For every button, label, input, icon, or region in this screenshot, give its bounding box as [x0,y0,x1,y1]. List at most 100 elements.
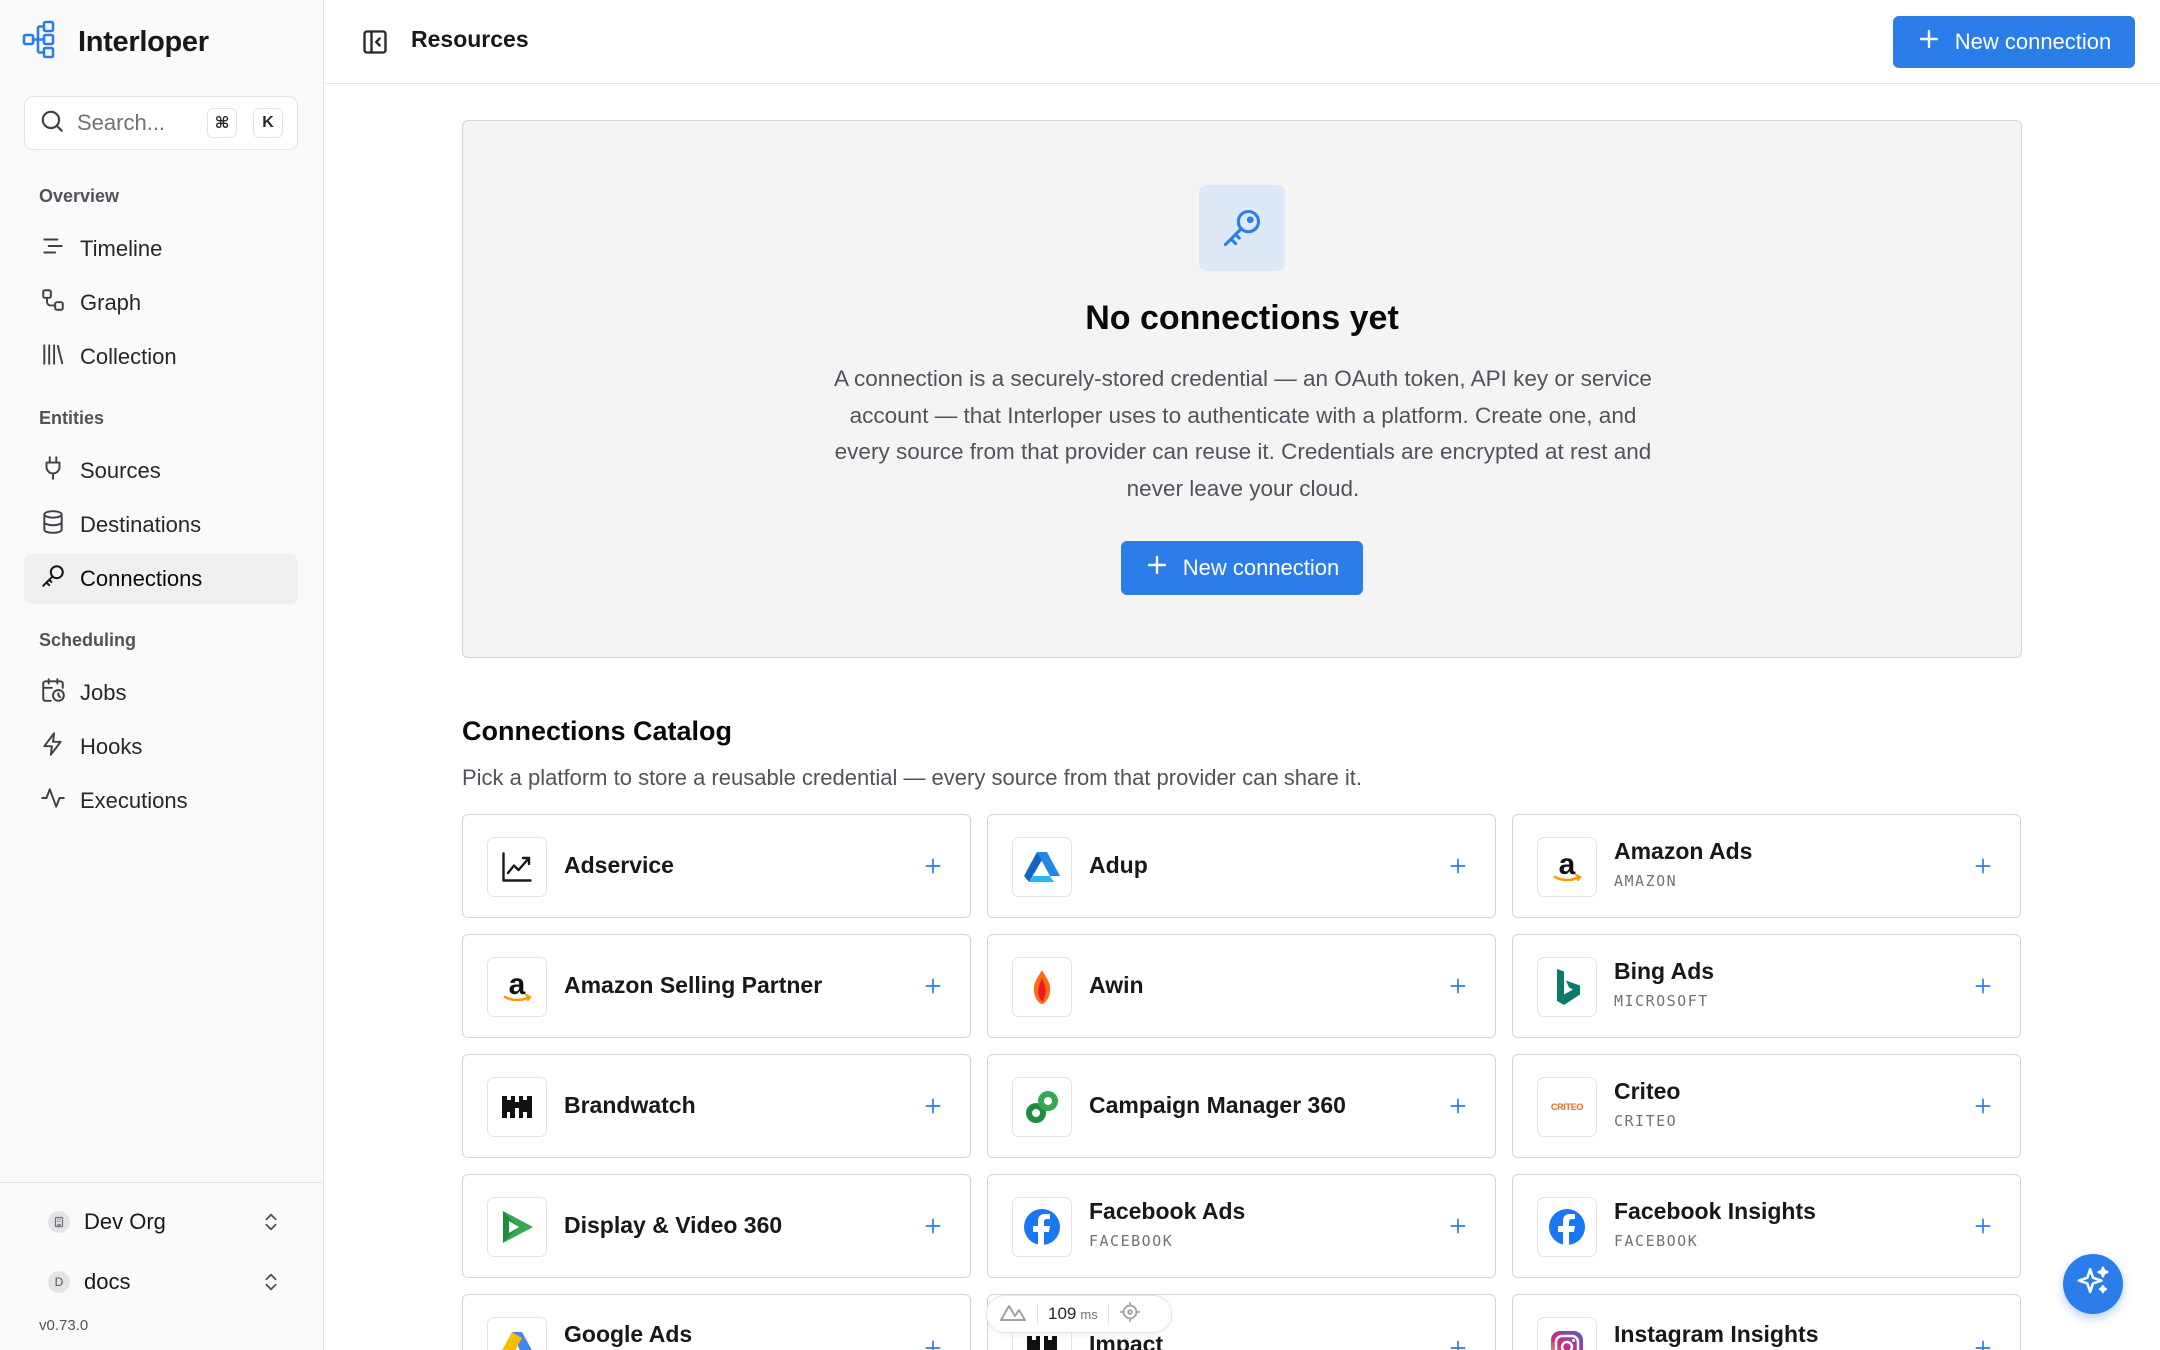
card-name: Bing Ads [1614,958,1715,984]
plus-icon [1145,553,1169,583]
sidebar-toggle-icon[interactable] [361,28,389,61]
graph-icon [40,287,66,319]
sidebar-item-label: Collection [80,344,177,369]
nav-group-overview: Overview [39,186,120,206]
sidebar-item-hooks[interactable]: Hooks [24,722,298,772]
search-input[interactable]: Search... ⌘ K [24,96,298,150]
add-icon[interactable] [1970,973,1996,999]
database-icon [40,509,66,541]
catalog-card-amazon-ads[interactable]: a Amazon Ads AMAZON [1512,814,2021,918]
add-icon[interactable] [920,973,946,999]
sidebar-item-label: Destinations [80,512,202,537]
org-name: Dev Org [84,1209,166,1234]
catalog-card-instagram-insights[interactable]: Instagram Insights [1512,1294,2021,1350]
performance-pill[interactable]: 109 ms [986,1295,1172,1333]
sidebar-item-destinations[interactable]: Destinations [24,500,298,550]
environment-switcher[interactable]: D docs [24,1257,298,1307]
card-name: Adservice [564,852,674,878]
awin-logo [1012,957,1072,1017]
sparkles-icon [2076,1265,2110,1304]
catalog-card-adup[interactable]: Adup [987,814,1496,918]
timeline-icon [40,233,66,265]
catalog-card-facebook-insights[interactable]: Facebook Insights FACEBOOK [1512,1174,2021,1278]
sidebar-item-label: Jobs [80,680,127,705]
sidebar-item-collection[interactable]: Collection [24,332,298,382]
card-name: Brandwatch [564,1092,696,1118]
interloper-logo-icon [22,20,64,65]
catalog-subtitle: Pick a platform to store a reusable cred… [462,765,1362,790]
catalog-card-facebook-ads[interactable]: Facebook Ads FACEBOOK [987,1174,1496,1278]
criteo-logo-text: CRITEO [1550,1102,1584,1112]
card-provider: AMAZON [1614,872,1678,890]
shortcut-k-key: K [253,108,283,138]
add-icon[interactable] [920,853,946,879]
sidebar-item-graph[interactable]: Graph [24,278,298,328]
catalog-card-criteo[interactable]: CRITEO Criteo CRITEO [1512,1054,2021,1158]
sidebar-item-label: Graph [80,290,142,315]
app-name: Interloper [78,25,209,58]
card-name: Adup [1089,852,1148,878]
calendar-clock-icon [40,677,66,709]
sidebar-item-sources[interactable]: Sources [24,446,298,496]
key-icon [1199,185,1285,271]
add-icon[interactable] [1445,973,1471,999]
app-version: v0.73.0 [39,1317,89,1334]
bing-logo [1537,957,1597,1017]
criteo-logo: CRITEO [1537,1077,1597,1137]
empty-state-new-connection-button[interactable]: New connection [1121,541,1363,595]
catalog-card-display-video-360[interactable]: Display & Video 360 [462,1174,971,1278]
add-icon[interactable] [1970,853,1996,879]
catalog-card-campaign-manager-360[interactable]: Campaign Manager 360 [987,1054,1496,1158]
add-icon[interactable] [1970,1213,1996,1239]
add-icon[interactable] [1445,853,1471,879]
catalog-card-brandwatch[interactable]: Brandwatch [462,1054,971,1158]
add-icon[interactable] [1970,1093,1996,1119]
card-name: Impact [1089,1331,1164,1350]
card-name: Criteo [1614,1078,1681,1104]
instagram-logo [1537,1317,1597,1350]
latency-value: 109 [1048,1304,1077,1323]
add-icon[interactable] [1445,1213,1471,1239]
catalog-card-amazon-selling-partner[interactable]: a Amazon Selling Partner [462,934,971,1038]
crosshair-icon[interactable] [1119,1301,1141,1328]
add-icon[interactable] [920,1093,946,1119]
card-provider: FACEBOOK [1614,1232,1699,1250]
catalog-card-google-ads[interactable]: Google Ads [462,1294,971,1350]
catalog-card-awin[interactable]: Awin [987,934,1496,1038]
new-connection-button[interactable]: New connection [1893,16,2135,68]
nav-group-entities: Entities [39,408,105,428]
sidebar-item-jobs[interactable]: Jobs [24,668,298,718]
catalog-card-bing-ads[interactable]: Bing Ads MICROSOFT [1512,934,2021,1038]
add-icon[interactable] [920,1335,946,1350]
card-provider: CRITEO [1614,1112,1678,1130]
latency-unit: ms [1080,1306,1098,1322]
org-switcher[interactable]: Dev Org [24,1197,298,1247]
card-name: Amazon Ads [1614,838,1753,864]
card-name: Campaign Manager 360 [1089,1092,1346,1118]
amazon-logo: a [1537,837,1597,897]
add-icon[interactable] [1445,1093,1471,1119]
sidebar-item-timeline[interactable]: Timeline [24,224,298,274]
svg-text:a: a [1559,848,1576,881]
add-icon[interactable] [920,1213,946,1239]
sidebar-item-connections[interactable]: Connections [24,554,298,604]
chevrons-up-down-icon [260,1271,282,1299]
card-name: Facebook Ads [1089,1198,1246,1224]
brand[interactable]: Interloper [22,20,209,65]
building-icon [48,1211,70,1233]
ai-assistant-button[interactable] [2063,1254,2123,1314]
empty-state-panel: No connections yet A connection is a sec… [462,120,2022,658]
facebook-logo [1012,1197,1072,1257]
chevrons-up-down-icon [260,1211,282,1239]
card-provider: FACEBOOK [1089,1232,1174,1250]
search-icon [39,108,65,139]
add-icon[interactable] [1970,1335,1996,1350]
add-icon[interactable] [1445,1335,1471,1350]
divider [1037,1304,1038,1324]
amazon-logo: a [487,957,547,1017]
sidebar-item-executions[interactable]: Executions [24,776,298,826]
environment-badge: D [48,1271,70,1293]
environment-name: docs [84,1269,131,1294]
catalog-card-adservice[interactable]: Adservice [462,814,971,918]
plus-icon [1917,27,1941,57]
